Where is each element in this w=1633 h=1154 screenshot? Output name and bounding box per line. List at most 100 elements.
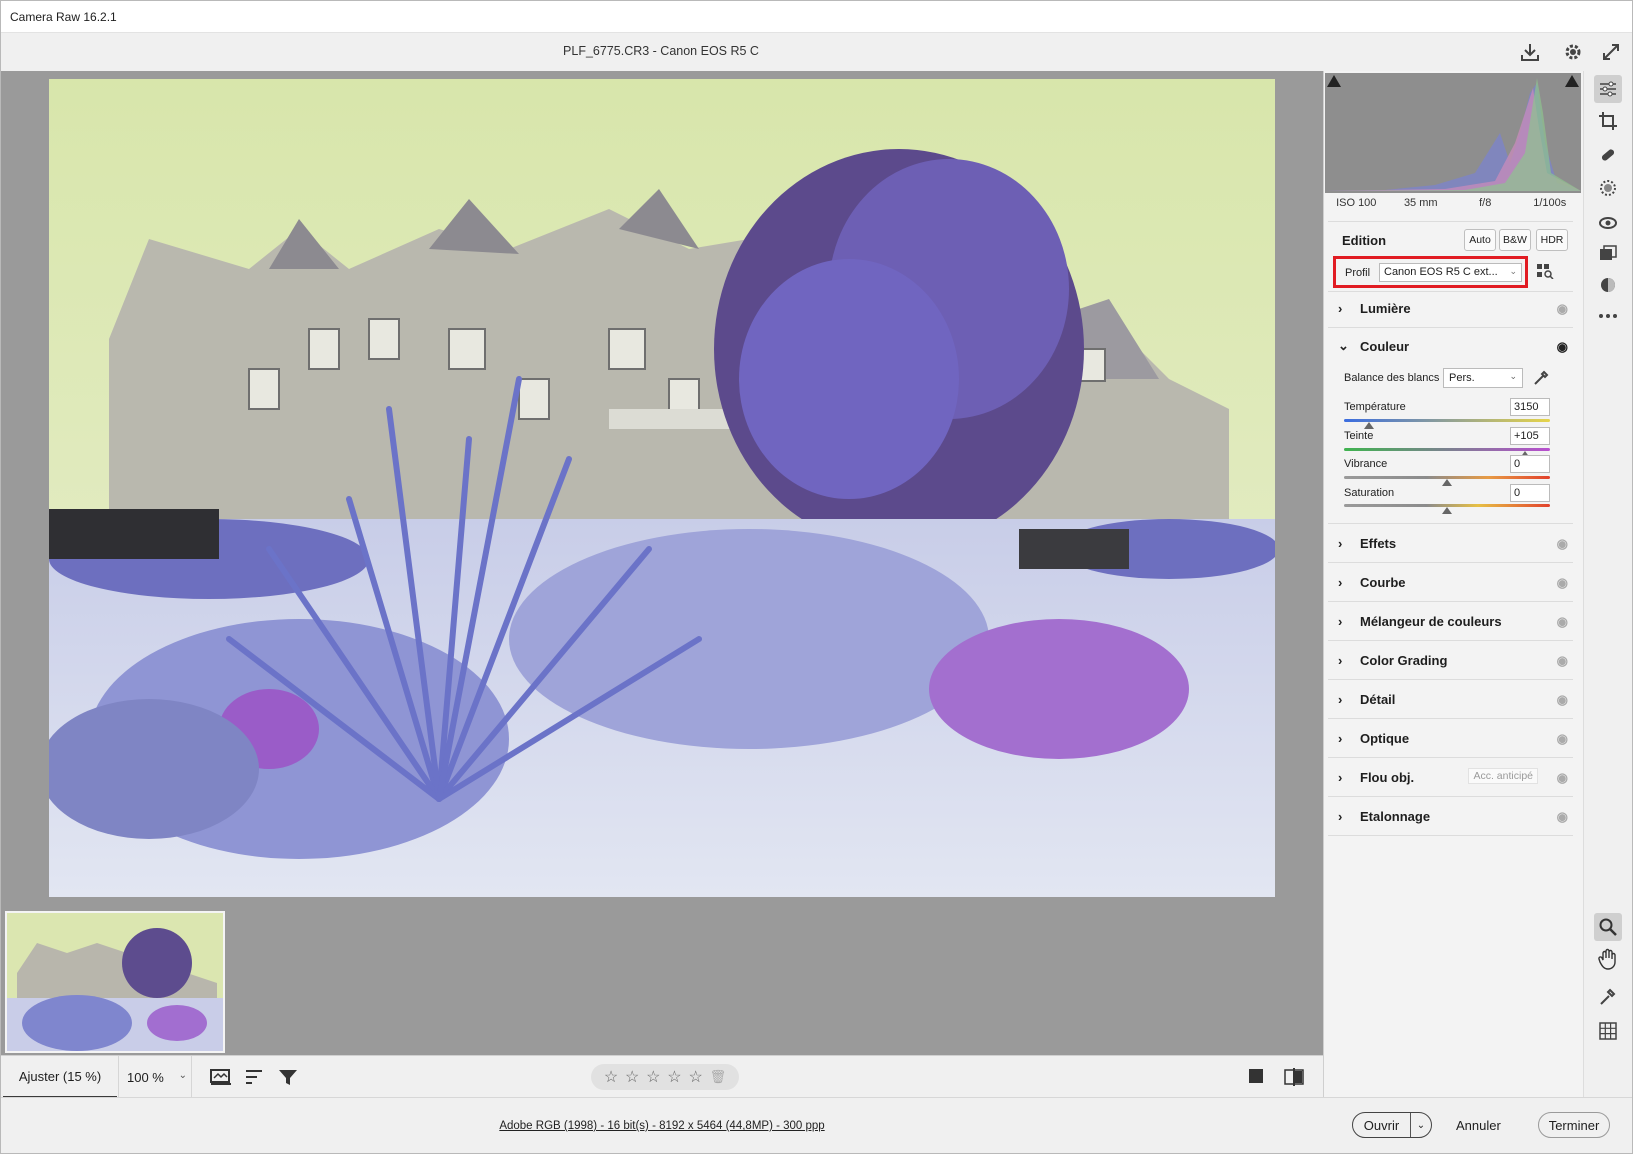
tint-input[interactable]: +105 — [1510, 427, 1550, 445]
eyedropper-icon[interactable] — [1532, 369, 1550, 387]
preview-image[interactable] — [49, 79, 1275, 897]
edit-sliders-icon[interactable] — [1594, 75, 1622, 103]
camera-raw-window: Camera Raw 16.2.1 PLF_6775.CR3 - Canon E… — [0, 0, 1633, 1154]
healing-brush-icon[interactable] — [1594, 141, 1622, 169]
divider — [1328, 718, 1573, 719]
eye-icon[interactable]: ◉ — [1557, 339, 1568, 355]
section-lens-blur[interactable]: › Flou obj. Acc. anticipé ◉ — [1338, 767, 1568, 787]
chevron-down-icon[interactable]: ⌄ — [1411, 1113, 1431, 1137]
fit-zoom-button[interactable]: Ajuster (15 %) — [3, 1056, 117, 1098]
section-optics[interactable]: › Optique ◉ — [1338, 728, 1568, 748]
chevron-down-icon: ⌄ — [178, 1070, 187, 1081]
bw-button[interactable]: B&W — [1499, 229, 1531, 251]
chevron-right-icon: › — [1338, 691, 1343, 707]
chevron-down-icon: ⌄ — [1338, 338, 1349, 353]
zoom-tool-icon[interactable] — [1594, 913, 1622, 941]
vibrance-label: Vibrance — [1344, 458, 1388, 470]
star-3[interactable]: ☆ — [646, 1067, 660, 1087]
eye-icon[interactable]: ◉ — [1557, 614, 1568, 630]
chevron-down-icon: ⌄ — [1509, 371, 1517, 381]
temperature-slider-handle[interactable] — [1363, 422, 1374, 429]
hdr-button[interactable]: HDR — [1536, 229, 1568, 251]
bottom-toolbar: Ajuster (15 %) 100 % ⌄ ☆ ☆ ☆ ☆ ☆ 🗑 — [1, 1055, 1323, 1098]
filmstrip-thumbnail[interactable] — [5, 911, 225, 1053]
eye-icon[interactable]: ◉ — [1557, 692, 1568, 708]
white-balance-value: Pers. — [1449, 372, 1475, 384]
white-balance-label: Balance des blancs — [1344, 372, 1440, 384]
save-icon[interactable] — [1519, 41, 1541, 63]
chevron-right-icon: › — [1338, 574, 1343, 590]
workflow-options-link[interactable]: Adobe RGB (1998) - 16 bit(s) - 8192 x 54… — [1, 1120, 1323, 1132]
eye-icon[interactable]: ◉ — [1557, 536, 1568, 552]
divider — [1328, 327, 1573, 328]
eye-icon[interactable]: ◉ — [1557, 809, 1568, 825]
open-button[interactable]: Ouvrir ⌄ — [1352, 1112, 1432, 1138]
section-detail[interactable]: › Détail ◉ — [1338, 689, 1568, 709]
fullscreen-icon[interactable] — [1600, 41, 1622, 63]
trash-icon[interactable]: 🗑 — [710, 1069, 727, 1085]
profile-select[interactable]: Canon EOS R5 C ext... ⌄ — [1379, 263, 1522, 282]
eye-icon[interactable]: ◉ — [1557, 653, 1568, 669]
status-bar: Adobe RGB (1998) - 16 bit(s) - 8192 x 54… — [1, 1097, 1632, 1153]
section-light[interactable]: › Lumière ◉ — [1338, 298, 1568, 318]
section-optics-label: Optique — [1360, 730, 1410, 746]
divider — [1328, 640, 1573, 641]
saturation-input[interactable]: 0 — [1510, 484, 1550, 502]
divider — [1328, 757, 1573, 758]
section-curve[interactable]: › Courbe ◉ — [1338, 572, 1568, 592]
crop-icon[interactable] — [1594, 107, 1622, 135]
star-5[interactable]: ☆ — [688, 1067, 702, 1087]
white-balance-select[interactable]: Pers. ⌄ — [1443, 368, 1523, 388]
divider — [1328, 796, 1573, 797]
color-sampler-icon[interactable] — [1594, 983, 1622, 1011]
edit-panel: ISO 100 35 mm f/8 1/100s Edition Auto B&… — [1323, 71, 1583, 1097]
cancel-button[interactable]: Annuler — [1456, 1118, 1501, 1133]
filter-icon[interactable] — [276, 1066, 300, 1088]
iso-value: ISO 100 — [1336, 197, 1377, 209]
section-lens-blur-label: Flou obj. — [1360, 769, 1415, 785]
zoom-level-select[interactable]: 100 % ⌄ — [118, 1056, 192, 1098]
section-color[interactable]: ⌄ Couleur ◉ — [1338, 336, 1568, 356]
early-access-badge: Acc. anticipé — [1468, 768, 1538, 784]
star-4[interactable]: ☆ — [667, 1067, 681, 1087]
saturation-slider-handle[interactable] — [1442, 507, 1452, 514]
done-button[interactable]: Terminer — [1538, 1112, 1610, 1138]
divider — [1328, 523, 1573, 524]
before-after-icon[interactable] — [1282, 1066, 1306, 1088]
view-mode-icon[interactable] — [1245, 1066, 1269, 1088]
section-calibration[interactable]: › Etalonnage ◉ — [1338, 806, 1568, 826]
masking-icon[interactable] — [1594, 174, 1622, 202]
grid-overlay-icon[interactable] — [1594, 1017, 1622, 1045]
section-color-grading[interactable]: › Color Grading ◉ — [1338, 650, 1568, 670]
vibrance-input[interactable]: 0 — [1510, 455, 1550, 473]
eye-icon[interactable]: ◉ — [1557, 770, 1568, 786]
section-color-mixer[interactable]: › Mélangeur de couleurs ◉ — [1338, 611, 1568, 631]
temperature-slider[interactable] — [1344, 419, 1550, 422]
vibrance-slider-handle[interactable] — [1442, 479, 1452, 486]
chevron-right-icon: › — [1338, 535, 1343, 551]
section-light-label: Lumière — [1360, 300, 1411, 316]
zoom-level-value: 100 % — [127, 1069, 164, 1085]
chevron-right-icon: › — [1338, 613, 1343, 629]
profile-browser-icon[interactable] — [1537, 263, 1555, 279]
section-effects[interactable]: › Effets ◉ — [1338, 533, 1568, 553]
sort-icon[interactable] — [242, 1066, 266, 1088]
eye-icon[interactable]: ◉ — [1557, 301, 1568, 317]
star-2[interactable]: ☆ — [625, 1067, 639, 1087]
eye-icon[interactable]: ◉ — [1557, 575, 1568, 591]
snapshots-icon[interactable] — [1594, 239, 1622, 267]
presets-icon[interactable] — [1594, 271, 1622, 299]
shutter-speed: 1/100s — [1533, 197, 1567, 209]
gear-icon[interactable] — [1562, 41, 1584, 63]
filmstrip-options-icon[interactable] — [209, 1066, 233, 1088]
temperature-input[interactable]: 3150 — [1510, 398, 1550, 416]
star-1[interactable]: ☆ — [604, 1067, 618, 1087]
red-eye-icon[interactable] — [1594, 208, 1622, 236]
hand-tool-icon[interactable] — [1594, 945, 1622, 973]
tint-label: Teinte — [1344, 430, 1374, 442]
more-options-icon[interactable] — [1594, 302, 1622, 330]
auto-button[interactable]: Auto — [1464, 229, 1496, 251]
tint-slider[interactable] — [1344, 448, 1550, 451]
section-color-grading-label: Color Grading — [1360, 652, 1448, 668]
eye-icon[interactable]: ◉ — [1557, 731, 1568, 747]
